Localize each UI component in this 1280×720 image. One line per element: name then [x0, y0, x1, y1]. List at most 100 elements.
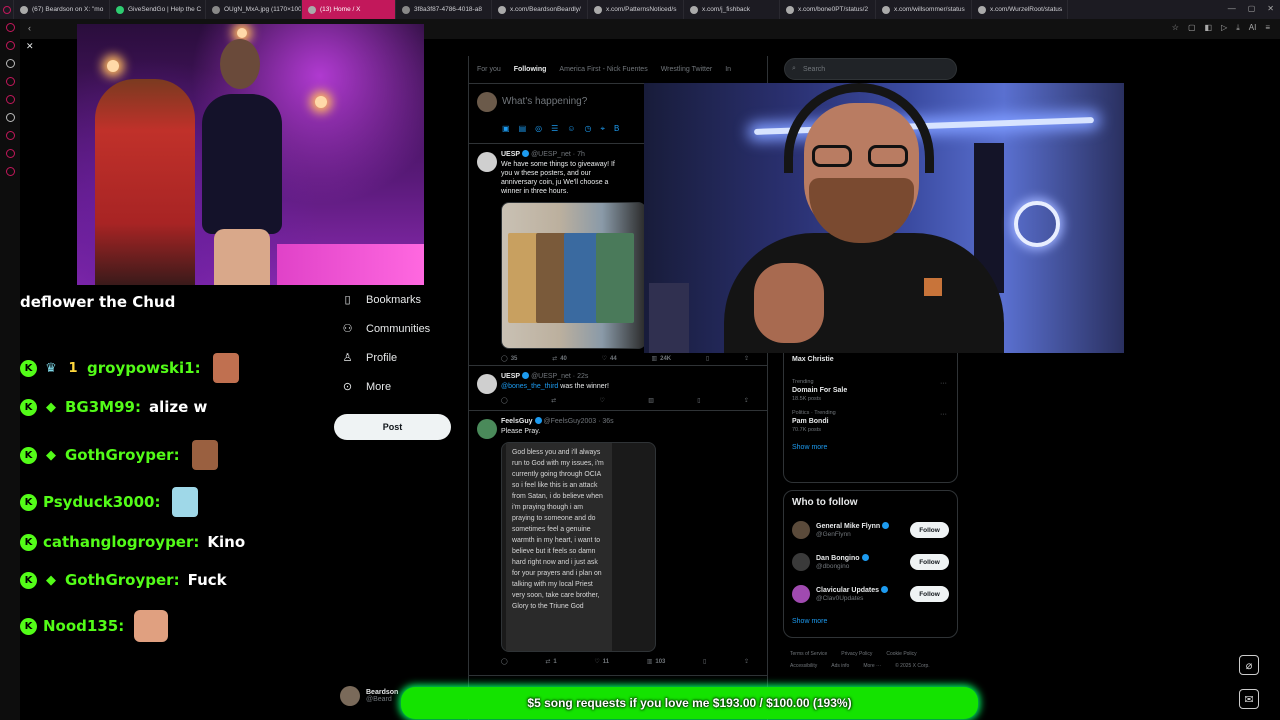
sidebar-twitch-icon[interactable]: [5, 95, 15, 104]
grok-side-icon[interactable]: ⌀: [1239, 655, 1259, 675]
reply-button[interactable]: ◯ 35: [501, 355, 517, 363]
x-logo-icon[interactable]: ✕: [26, 41, 34, 52]
close-window-icon[interactable]: ✕: [1267, 4, 1274, 13]
like-button[interactable]: ♡: [599, 397, 604, 404]
sidebar-music-icon[interactable]: [5, 77, 15, 86]
tweet-screenshot[interactable]: God bless you and i'll always run to God…: [501, 442, 656, 652]
tweet-author[interactable]: FeelsGuy: [501, 418, 533, 425]
trends-show-more[interactable]: Show more: [792, 438, 949, 451]
chat-username[interactable]: groypowski1:: [87, 359, 201, 377]
account-switcher[interactable]: Beardson @Beard: [340, 686, 398, 706]
tweet-image[interactable]: [501, 202, 646, 349]
browser-tab[interactable]: GiveSendGo | Help the C: [110, 0, 206, 19]
retweet-button[interactable]: ⇄: [551, 397, 556, 404]
sidebar-refresh-icon[interactable]: [5, 41, 15, 50]
menu-icon[interactable]: ≡: [1265, 23, 1270, 33]
tab-following[interactable]: Following: [514, 66, 547, 73]
footer-link[interactable]: Terms of Service: [790, 651, 827, 657]
footer-link[interactable]: Privacy Policy: [841, 651, 872, 657]
browser-tab[interactable]: OUgN_MxA.jpg (1170×100: [206, 0, 302, 19]
nav-communities[interactable]: ⚇ Communities: [333, 314, 463, 343]
follow-button[interactable]: Follow: [910, 522, 949, 538]
reply-button[interactable]: ◯: [501, 397, 508, 404]
tweet[interactable]: UESP @UESP_net · 22s @bones_the_third was…: [469, 366, 767, 411]
footer-link[interactable]: Ads info: [831, 663, 849, 669]
tweet[interactable]: FeelsGuy @FeelsGuy2003 · 36s Please Pray.…: [469, 411, 767, 676]
tab-america-first-nick-fuentes[interactable]: America First - Nick Fuentes: [559, 66, 647, 73]
like-button[interactable]: ♡ 44: [602, 355, 617, 363]
tab-in[interactable]: In: [725, 66, 731, 73]
more-options-icon[interactable]: ···: [940, 380, 947, 387]
location-icon[interactable]: ⌖: [600, 124, 605, 134]
chat-username[interactable]: Nood135:: [43, 617, 124, 635]
nav-profile[interactable]: ♙ Profile: [333, 343, 463, 372]
nav-bookmarks[interactable]: ▯ Bookmarks: [333, 285, 463, 314]
tab-for-you[interactable]: For you: [477, 66, 501, 73]
sidebar-chat-icon[interactable]: [5, 149, 15, 158]
follow-suggestion[interactable]: Clavicular Updates @Clav0Updates Follow: [792, 578, 949, 610]
tweet-author[interactable]: UESP: [501, 151, 520, 158]
browser-tab[interactable]: x.com/BeardsonBeardly/: [492, 0, 588, 19]
share-icon[interactable]: ⇪: [744, 397, 749, 404]
footer-link[interactable]: Cookie Policy: [886, 651, 916, 657]
views-button[interactable]: ▥ 24K: [651, 355, 671, 363]
footer-link[interactable]: More ···: [863, 663, 881, 669]
like-button[interactable]: ♡ 11: [594, 658, 609, 666]
follow-show-more[interactable]: Show more: [792, 610, 949, 625]
download-icon[interactable]: ⤓: [1236, 23, 1240, 33]
messages-icon[interactable]: ✉: [1239, 689, 1259, 709]
follow-suggestion[interactable]: Dan Bongino @dbongino Follow: [792, 546, 949, 578]
back-icon[interactable]: ‹: [28, 23, 31, 33]
sidebar-gear-icon[interactable]: [5, 167, 15, 176]
chat-username[interactable]: GothGroyper:: [65, 446, 180, 464]
browser-tab[interactable]: (67) Beardson on X: "mo: [14, 0, 110, 19]
emoji-icon[interactable]: ☺: [567, 124, 575, 134]
grok-icon[interactable]: ◎: [535, 124, 542, 134]
post-button[interactable]: Post: [334, 414, 451, 440]
extensions-icon[interactable]: ◧: [1205, 23, 1213, 33]
browser-tab[interactable]: x.com/j_fishback: [684, 0, 780, 19]
bookmark-tweet-icon[interactable]: ▯: [703, 658, 706, 665]
footer-link[interactable]: Accessibility: [790, 663, 817, 669]
browser-tab[interactable]: x.com/PatternsNoticed/s: [588, 0, 684, 19]
search-input[interactable]: ⌕ Search: [784, 58, 957, 80]
follow-button[interactable]: Follow: [910, 586, 949, 602]
ai-button[interactable]: AI: [1249, 23, 1257, 33]
maximize-icon[interactable]: ▢: [1248, 4, 1256, 13]
trend-item[interactable]: Politics · Trending Pam Bondi 70.7K post…: [792, 407, 949, 438]
bookmark-page-icon[interactable]: ☆: [1172, 23, 1179, 33]
follow-button[interactable]: Follow: [910, 554, 949, 570]
chat-username[interactable]: cathanglogroyper:: [43, 533, 199, 551]
media-icon[interactable]: ▣: [502, 124, 510, 134]
browser-tab[interactable]: x.com/WurzelRoot/status: [972, 0, 1068, 19]
screenshot-icon[interactable]: ▢: [1188, 23, 1196, 33]
retweet-button[interactable]: ⇄ 1: [545, 658, 556, 666]
share-icon[interactable]: ⇪: [744, 355, 749, 362]
sidebar-x-icon[interactable]: [5, 59, 15, 68]
chat-username[interactable]: BG3M99:: [65, 398, 141, 416]
play-icon[interactable]: ▷: [1221, 23, 1227, 33]
browser-tab[interactable]: x.com/willsommer/status: [876, 0, 972, 19]
poll-icon[interactable]: ☰: [551, 124, 558, 134]
trend-item[interactable]: Trending Domain For Sale 18.5K posts ···: [792, 376, 949, 407]
share-icon[interactable]: ⇪: [744, 658, 749, 665]
compose-input[interactable]: What's happening?: [502, 96, 587, 107]
browser-tab[interactable]: 3f8a3f87-4786-4018-a8: [396, 0, 492, 19]
sidebar-x2-icon[interactable]: [5, 113, 15, 122]
mention-link[interactable]: @bones_the_third: [501, 383, 558, 390]
views-button[interactable]: ▥ 103: [647, 658, 666, 666]
chat-username[interactable]: Psyduck3000:: [43, 493, 160, 511]
browser-menu-icon[interactable]: [0, 0, 14, 19]
bookmark-tweet-icon[interactable]: ▯: [706, 355, 709, 362]
tab-wrestling-twitter[interactable]: Wrestling Twitter: [661, 66, 712, 73]
nav-more[interactable]: ⊙ More: [333, 372, 463, 401]
retweet-button[interactable]: ⇄ 40: [552, 355, 567, 363]
browser-tab[interactable]: (13) Home / X: [302, 0, 396, 19]
reply-button[interactable]: ◯: [501, 658, 508, 665]
minimize-icon[interactable]: —: [1228, 4, 1236, 13]
more-options-icon[interactable]: ···: [940, 411, 947, 418]
tweet-author[interactable]: UESP: [501, 373, 520, 380]
chat-username[interactable]: GothGroyper:: [65, 571, 180, 589]
browser-tab[interactable]: x.com/bone0PT/status/2: [780, 0, 876, 19]
follow-suggestion[interactable]: General Mike Flynn @GenFlynn Follow: [792, 514, 949, 546]
